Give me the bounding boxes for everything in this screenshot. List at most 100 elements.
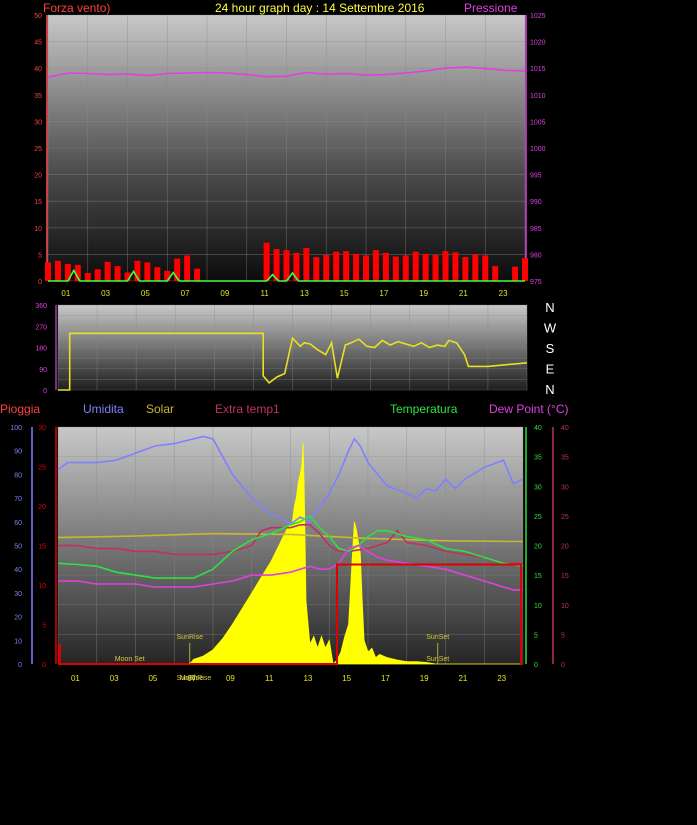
chart-title: 24 hour graph day : 14 Settembre 2016 [215, 1, 425, 15]
tick-label-y: 180 [35, 346, 47, 353]
tick-label-humidity: 30 [14, 591, 22, 598]
tick-label-y-right: 980 [530, 252, 542, 259]
wind-bar [422, 253, 429, 281]
tick-label-y-left: 35 [34, 93, 42, 100]
wind-bar [432, 254, 439, 281]
tick-label-temp: 35 [534, 455, 542, 462]
direction-label: E [546, 362, 555, 377]
tick-label-y: 90 [39, 367, 47, 374]
tick-label-x: 07 [181, 289, 190, 298]
wind-bar [522, 258, 528, 281]
wind-bar [323, 254, 330, 281]
tick-label-humidity: 90 [14, 449, 22, 456]
tick-label-dew: 40 [561, 425, 569, 432]
tick-label-y-left: 0 [38, 279, 42, 286]
tick-label-solar: 20 [38, 504, 46, 511]
tick-label-x: 03 [110, 674, 119, 683]
wind-pressure-panel: 05101520253035404550 9759809859909951000… [34, 1, 545, 298]
tick-label-humidity: 20 [14, 615, 22, 622]
tick-label-x: 19 [419, 289, 428, 298]
panel3-x-ticks: 01 03 05 07 09 11 13 15 17 19 21 23 [71, 674, 507, 683]
tick-label-y-left: 45 [34, 40, 42, 47]
direction-label: W [544, 321, 557, 336]
tick-label-temp: 40 [534, 425, 542, 432]
wind-bar [353, 253, 360, 281]
tick-label-temp: 15 [534, 573, 542, 580]
panel1-x-ticks: 01 03 05 07 09 11 13 15 17 19 21 23 [61, 289, 508, 298]
wind-bar [154, 267, 161, 281]
tick-label-x: 23 [497, 674, 506, 683]
tick-label-solar: 0 [42, 662, 46, 669]
wind-bar [452, 252, 459, 281]
tick-label-x: 17 [379, 289, 388, 298]
tick-label-x: 15 [342, 674, 351, 683]
tick-label-x: 23 [499, 289, 508, 298]
tick-label-dew: 20 [561, 544, 569, 551]
wind-bar [313, 257, 320, 281]
wind-bar [333, 251, 340, 281]
direction-label: S [546, 341, 555, 356]
tick-label-humidity: 80 [14, 472, 22, 479]
tick-label-y: 360 [35, 303, 47, 310]
tick-label-x: 05 [141, 289, 150, 298]
tick-label-dew: 25 [561, 514, 569, 521]
tick-label-dew: 15 [561, 573, 569, 580]
tick-label-y-right: 985 [530, 226, 542, 233]
tick-label-x: 15 [340, 289, 349, 298]
wind-bar [343, 251, 350, 281]
tick-label-y-right: 990 [530, 199, 542, 206]
wind-direction-panel: 090180270360 NWSEN [35, 300, 557, 397]
tick-label-x: 11 [265, 674, 274, 683]
weather-chart: 05101520253035404550 9759809859909951000… [0, 1, 569, 683]
tick-label-x: 21 [459, 289, 468, 298]
tick-label-humidity: 50 [14, 544, 22, 551]
panel1-right-ticks: 975 980 985 990 995 1000 1005 1010 1015 1020 1025 [530, 13, 546, 286]
tick-label-y-left: 5 [38, 252, 42, 259]
tick-label-humidity: 40 [14, 567, 22, 574]
tick-label-y-right: 1005 [530, 119, 546, 126]
tick-label-x: 03 [101, 289, 110, 298]
tick-label-x: 11 [260, 289, 269, 298]
tick-label-x: 13 [300, 289, 309, 298]
wind-bar [114, 266, 121, 281]
direction-label: N [545, 382, 554, 397]
tick-label-x: 01 [71, 674, 80, 683]
wind-bar [144, 262, 151, 281]
tick-label-solar: 5 [42, 623, 46, 630]
tick-label-temp: 30 [534, 484, 542, 491]
tick-label-humidity: 60 [14, 520, 22, 527]
temperature-panel: 0102030405060708090100051015202530051015… [0, 402, 569, 683]
tick-label-y: 270 [35, 324, 47, 331]
wind-bar [402, 255, 409, 281]
tick-label-y: 0 [43, 388, 47, 395]
tick-label-humidity: 0 [18, 662, 22, 669]
tick-label-solar: 10 [38, 583, 46, 590]
tick-label-dew: 0 [561, 662, 565, 669]
panel1-left-label: Forza vento) [43, 1, 110, 15]
tick-label-x: 05 [148, 674, 157, 683]
tick-label-y-right: 995 [530, 173, 542, 180]
tick-label-dew: 35 [561, 455, 569, 462]
tick-label-temp: 0 [534, 662, 538, 669]
tick-label-y-left: 10 [34, 226, 42, 233]
wind-bar [283, 250, 290, 281]
wind-bar [382, 252, 389, 281]
legend-extra-temp: Extra temp1 [215, 402, 280, 416]
annotation-label: MoonRise [180, 675, 212, 682]
panel2-direction-labels: NWSEN [544, 300, 557, 397]
tick-label-x: 19 [420, 674, 429, 683]
tick-label-temp: 20 [534, 544, 542, 551]
annotation-label: Moon Set [115, 656, 145, 663]
tick-label-x: 09 [226, 674, 235, 683]
legend-pioggia: Pioggia [0, 402, 40, 416]
tick-label-temp: 25 [534, 514, 542, 521]
legend-dew-point: Dew Point (°C) [489, 402, 568, 416]
wind-bar [184, 255, 191, 281]
tick-label-y-left: 50 [34, 13, 42, 20]
direction-label: N [545, 300, 554, 315]
tick-label-x: 21 [458, 674, 467, 683]
wind-bar [45, 262, 51, 281]
tick-label-temp: 10 [534, 603, 542, 610]
annotation-label: SunRise [177, 634, 204, 641]
tick-label-y-left: 40 [34, 66, 42, 73]
